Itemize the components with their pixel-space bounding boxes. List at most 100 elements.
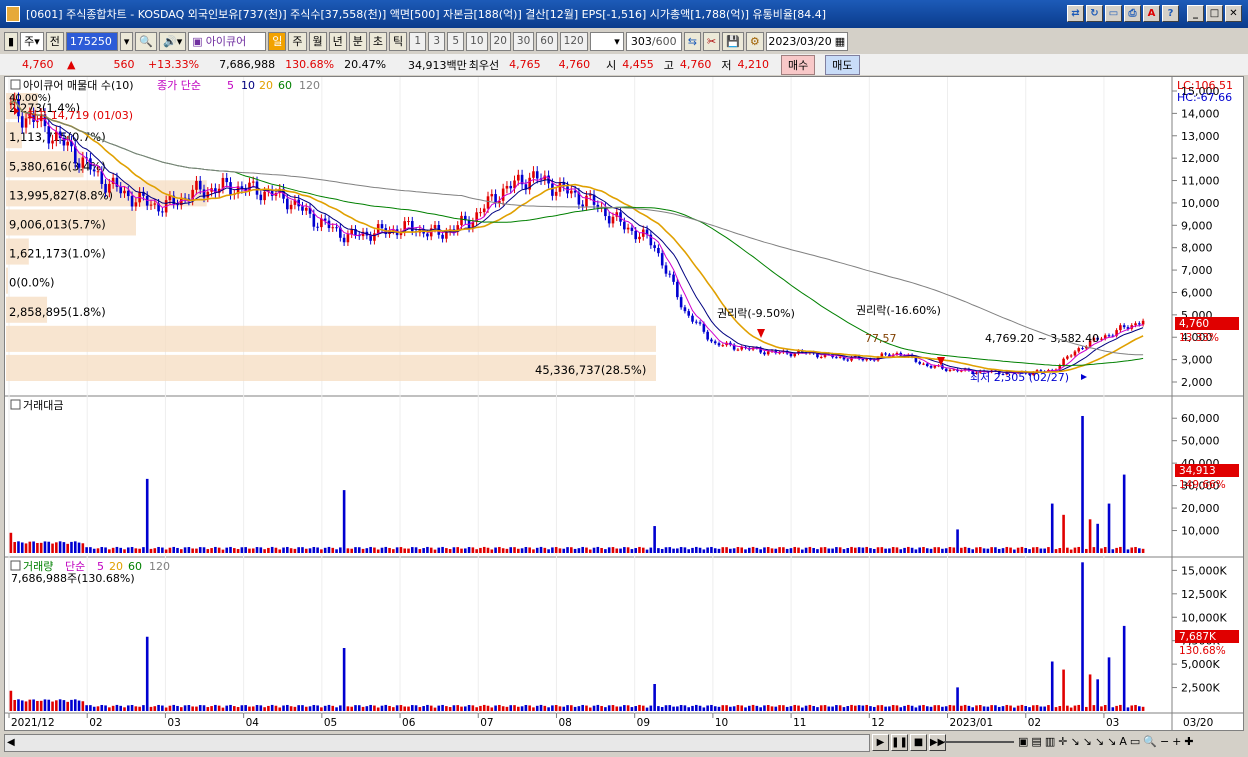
zoom-in-icon[interactable]: + xyxy=(1172,735,1181,748)
draw-icon-2[interactable]: ↘ xyxy=(1083,735,1092,748)
stock-code-input[interactable]: 175250 xyxy=(65,31,118,51)
chart-svg[interactable]: 2,273(1.4%)1,113,715(0.7%)5,380,616(3.4%… xyxy=(5,77,1243,730)
prev-button[interactable]: 전 xyxy=(45,31,64,51)
interval-1[interactable]: 1 xyxy=(409,31,427,51)
calendar-icon[interactable]: ▦ xyxy=(835,35,845,48)
amount-bar xyxy=(320,549,323,553)
refresh-icon[interactable]: ↻ xyxy=(1086,5,1103,22)
window-icon[interactable]: ▭ xyxy=(1105,5,1122,22)
interval-30[interactable]: 30 xyxy=(512,31,535,51)
search-icon[interactable]: 🔍 xyxy=(135,31,158,51)
link-icon[interactable]: ⇄ xyxy=(1067,5,1084,22)
interval-5[interactable]: 5 xyxy=(447,31,465,51)
stop-icon[interactable]: ■ xyxy=(910,734,927,751)
window-title: [0601] 주식종합차트 - KOSDAQ 외국인보유[737(천)] 주식수… xyxy=(26,8,827,21)
view-icon-3[interactable]: ▥ xyxy=(1045,735,1055,748)
volume-bar xyxy=(717,706,721,711)
text-tool-icon[interactable]: A xyxy=(1119,735,1127,748)
volume-bar xyxy=(467,705,471,711)
volume-bar xyxy=(706,705,709,711)
period-second[interactable]: 초 xyxy=(368,31,388,51)
zoom-slider[interactable] xyxy=(944,741,1014,743)
print-icon[interactable]: ⎙ xyxy=(1124,5,1141,22)
chart-type-icon[interactable]: ▮ xyxy=(4,31,19,51)
view-icon-2[interactable]: ▤ xyxy=(1031,735,1041,748)
amount-bar xyxy=(1141,548,1145,553)
interval-10[interactable]: 10 xyxy=(466,31,488,51)
draw-icon-4[interactable]: ↘ xyxy=(1107,735,1116,748)
amount-bar xyxy=(1126,549,1130,553)
save-icon[interactable]: 💾 xyxy=(722,31,744,51)
volume-bar xyxy=(119,705,123,711)
font-icon[interactable]: A xyxy=(1143,5,1160,22)
current-price: 4,760 ▲ xyxy=(22,58,85,71)
date-input[interactable]: 2023/03/20 ▦ xyxy=(765,31,848,51)
settings-icon[interactable]: ⚙ xyxy=(745,31,764,51)
amount-bar xyxy=(24,543,28,553)
volume-checkbox[interactable] xyxy=(10,560,21,571)
volume-bar xyxy=(407,706,410,711)
tools-icon[interactable]: ✂ xyxy=(702,31,721,51)
volume-bar xyxy=(92,706,96,711)
count-input[interactable]: 303/600 xyxy=(625,31,682,51)
amount-bar xyxy=(596,546,600,553)
ruler-icon[interactable]: ▭ xyxy=(1130,735,1140,748)
speaker-icon[interactable]: 🔊▾ xyxy=(159,31,187,51)
amount-bar xyxy=(81,543,85,553)
amount-checkbox[interactable] xyxy=(10,399,21,410)
period-day[interactable]: 일 xyxy=(268,31,287,51)
interval-120[interactable]: 120 xyxy=(559,31,588,51)
interval-custom-input[interactable]: ▾ xyxy=(589,31,624,51)
amount-bar xyxy=(39,542,43,553)
volume-bar xyxy=(20,700,24,711)
horizontal-scrollbar[interactable]: ◀ xyxy=(4,734,870,752)
volume-bar xyxy=(782,705,785,711)
zoom-out-icon[interactable]: − xyxy=(1160,735,1169,748)
indicator-name[interactable]: ▣ 아이큐어 xyxy=(188,31,267,51)
amount-bar xyxy=(611,547,615,553)
period-week[interactable]: 주 xyxy=(288,31,307,51)
period-minute[interactable]: 분 xyxy=(348,31,367,51)
volume-bar xyxy=(774,706,778,711)
market-select[interactable]: 주 ▾ xyxy=(20,31,44,51)
view-icon-1[interactable]: ▣ xyxy=(1018,735,1028,748)
amount-bar xyxy=(92,548,96,553)
maximize-button[interactable]: □ xyxy=(1206,5,1223,22)
play-icon[interactable]: ▶ xyxy=(872,734,889,751)
code-dropdown-icon[interactable]: ▾ xyxy=(119,31,134,51)
volume-bar xyxy=(259,705,263,711)
buy-button[interactable]: 매수 xyxy=(781,54,816,75)
volume-bar xyxy=(403,706,407,711)
zoom-icon[interactable]: 🔍 xyxy=(1143,735,1157,748)
panel-checkbox[interactable] xyxy=(10,79,21,90)
candle-body xyxy=(713,341,717,344)
volume-bar xyxy=(1024,705,1028,711)
draw-icon-3[interactable]: ↘ xyxy=(1095,735,1104,748)
candle-body xyxy=(570,190,573,194)
amount-bar xyxy=(554,547,558,553)
chart-area[interactable]: 2,273(1.4%)1,113,715(0.7%)5,380,616(3.4%… xyxy=(4,76,1244,731)
period-month[interactable]: 월 xyxy=(308,31,327,51)
volume-bar xyxy=(331,705,335,711)
period-tick[interactable]: 틱 xyxy=(389,31,408,51)
sell-button[interactable]: 매도 xyxy=(825,54,860,75)
amount-bar xyxy=(626,547,630,553)
amount-bar xyxy=(153,548,157,553)
pause-icon[interactable]: ❚❚ xyxy=(891,734,908,751)
help-icon[interactable]: ? xyxy=(1162,5,1179,22)
crosshair-icon[interactable]: ✛ xyxy=(1058,735,1067,748)
scroll-left-icon[interactable]: ◀ xyxy=(7,737,15,748)
volume-bar xyxy=(1134,704,1137,711)
scroll-mode-icon[interactable]: ⇆ xyxy=(683,31,701,51)
interval-20[interactable]: 20 xyxy=(489,31,511,51)
expand-icon[interactable]: ✚ xyxy=(1184,735,1193,748)
period-year[interactable]: 년 xyxy=(328,31,347,51)
minimize-button[interactable]: _ xyxy=(1187,5,1204,22)
volume-bar xyxy=(623,705,626,711)
amount-bar xyxy=(47,541,51,553)
draw-icon-1[interactable]: ↘ xyxy=(1070,735,1079,748)
volume-bar xyxy=(865,704,868,711)
interval-60[interactable]: 60 xyxy=(536,31,558,51)
interval-3[interactable]: 3 xyxy=(428,31,446,51)
close-button[interactable]: ✕ xyxy=(1225,5,1242,22)
